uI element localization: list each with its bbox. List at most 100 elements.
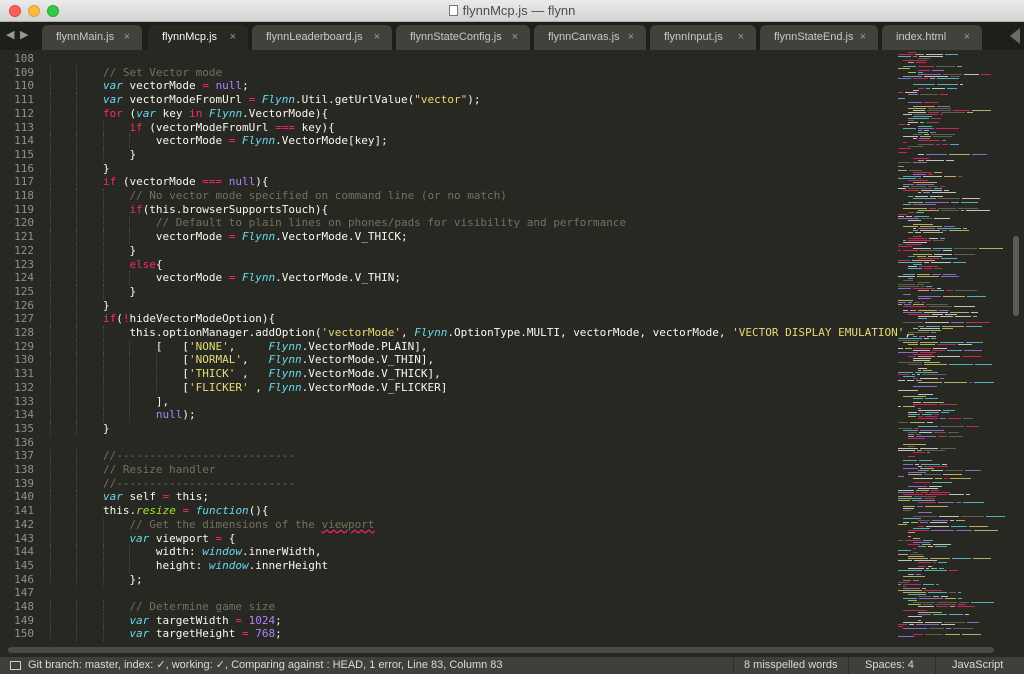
tab-flynninput[interactable]: flynnInput.js × [650, 25, 756, 50]
minimap-stroke [936, 584, 939, 586]
tab-close-icon[interactable]: × [628, 25, 634, 50]
minimap-stroke [928, 592, 947, 594]
minimap-stroke [923, 584, 934, 586]
minimap-stroke [898, 570, 922, 572]
indentation-status[interactable]: Spaces: 4 [865, 657, 914, 674]
indent-guide [76, 600, 78, 614]
minimap-stroke [918, 488, 938, 490]
minimap-stroke [938, 198, 960, 200]
indent-guide [50, 175, 51, 189]
tab-close-icon[interactable]: × [512, 25, 518, 50]
minimap-stroke [913, 452, 925, 454]
tab-close-icon[interactable]: × [738, 25, 744, 50]
minimap-stroke [945, 634, 960, 636]
code-token: { [222, 531, 236, 545]
tab-flynnmain[interactable]: flynnMain.js × [42, 25, 142, 50]
tab-close-icon[interactable]: × [230, 25, 236, 50]
minimap[interactable] [895, 52, 1015, 642]
minimap-stroke [917, 276, 939, 278]
code-text: null); [156, 408, 196, 422]
minimap-stroke [965, 614, 969, 616]
minimap-stroke [951, 322, 964, 324]
tab-flynnleaderboard[interactable]: flynnLeaderboard.js × [252, 25, 392, 50]
document-icon [448, 5, 458, 16]
minimap-stroke [913, 350, 930, 352]
code-line: 115} [0, 147, 890, 162]
minimap-stroke [903, 376, 915, 378]
line-number: 115 [14, 147, 34, 161]
minimap-stroke [898, 498, 922, 500]
indent-guide [76, 558, 78, 573]
tab-close-icon[interactable]: × [374, 25, 380, 50]
minimap-stroke [908, 94, 918, 96]
minimap-stroke [898, 450, 915, 452]
code-token: width: [155, 545, 203, 559]
line-number: 117 [14, 175, 34, 189]
tab-close-icon[interactable]: × [964, 25, 970, 50]
line-number: 146 [14, 572, 34, 586]
code-editor[interactable]: 108 109 // Set Vector mode 110 var vectorMod… [0, 50, 1024, 644]
minimap-stroke [898, 492, 914, 494]
minimap-stroke [920, 136, 931, 138]
tab-flynnstateconfig[interactable]: flynnStateConfig.js × [396, 25, 530, 50]
minimap-stroke [908, 530, 929, 532]
tab-close-icon[interactable]: × [124, 25, 130, 50]
minimap-stroke [961, 516, 984, 518]
tab-close-icon[interactable]: × [860, 25, 866, 50]
minimap-stroke [903, 306, 927, 308]
code-line: 147 [0, 586, 890, 600]
spelling-status[interactable]: 8 misspelled words [744, 657, 838, 674]
minimap-stroke [898, 352, 918, 354]
minimap-stroke [906, 216, 912, 218]
minimap-stroke [913, 90, 919, 92]
syntax-status[interactable]: JavaScript [952, 657, 1003, 674]
line-number: 112 [14, 106, 34, 120]
code-token: .innerHeight [248, 558, 329, 572]
tab-index[interactable]: index.html × [882, 25, 982, 50]
line-number: 138 [14, 463, 34, 476]
minimap-stroke [925, 494, 947, 496]
minimap-stroke [950, 312, 969, 314]
code-line: 149 var targetWidth = 1024; [0, 613, 890, 628]
minimap-stroke [920, 230, 940, 232]
minimap-stroke [920, 352, 936, 354]
minimap-stroke [903, 142, 907, 144]
code-token: //--------------------------- [102, 449, 296, 463]
tab-overflow-icon[interactable] [1010, 28, 1020, 44]
minimap-stroke [903, 342, 918, 344]
minimap-stroke [903, 186, 909, 188]
tab-flynnstateend[interactable]: flynnStateEnd.js × [760, 25, 878, 50]
minimap-stroke [936, 66, 955, 68]
indent-guide [50, 230, 51, 244]
indent-guide [76, 161, 78, 176]
tab-flynncanvas[interactable]: flynnCanvas.js × [534, 25, 646, 50]
minimap-stroke [903, 184, 914, 186]
line-number: 125 [14, 284, 34, 298]
code-token: if [129, 202, 143, 216]
tab-scroll-left-icon[interactable]: ◀ [6, 28, 14, 41]
minimap-stroke [971, 312, 978, 314]
minimap-stroke [935, 478, 942, 480]
minimap-stroke [959, 602, 969, 604]
vertical-scrollbar-thumb[interactable] [1013, 236, 1019, 316]
tab-flynnmcp[interactable]: flynnMcp.js × [148, 25, 248, 50]
tab-scroll-right-icon[interactable]: ▶ [20, 28, 28, 41]
indent-guide [76, 476, 78, 491]
minimap-stroke [947, 88, 957, 90]
minimap-stroke [898, 260, 910, 262]
minimap-stroke [898, 124, 905, 126]
horizontal-scrollbar-thumb[interactable] [8, 647, 994, 653]
indent-guide [50, 106, 51, 121]
panel-toggle-icon[interactable] [10, 661, 21, 670]
minimap-stroke [918, 178, 921, 180]
minimap-stroke [919, 138, 930, 140]
code-token: .Util.getUrlValue( [295, 93, 415, 107]
minimap-stroke [949, 436, 963, 438]
code-token: Flynn [268, 353, 302, 367]
indent-guide [129, 408, 131, 422]
minimap-stroke [912, 374, 915, 376]
minimap-stroke [918, 140, 940, 142]
minimap-stroke [903, 240, 906, 242]
horizontal-scrollbar[interactable] [0, 644, 1024, 657]
